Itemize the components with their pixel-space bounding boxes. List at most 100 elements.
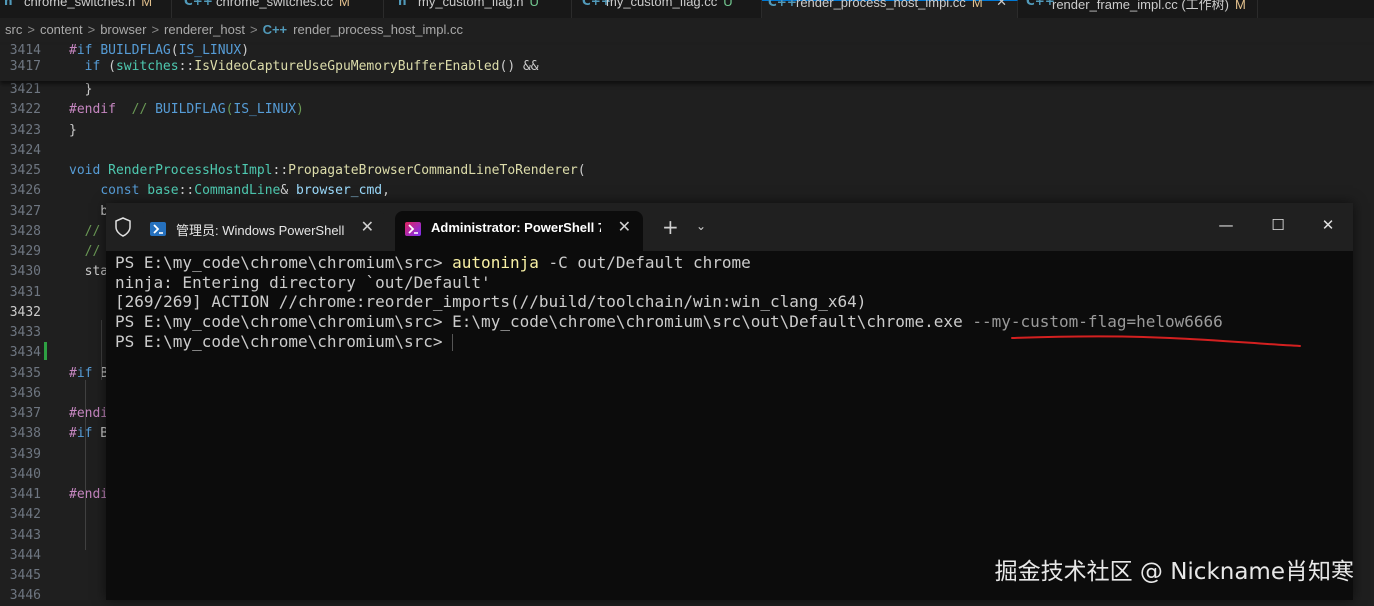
line-number: 3424 [9, 142, 41, 158]
line-number: 3429 [9, 244, 41, 259]
terminal-command: autoninja [452, 253, 539, 272]
tab-render-frame-impl-cc[interactable]: C++ render_frame_impl.cc (工作树) M [1018, 0, 1258, 18]
terminal-title-bar: 管理员: Windows PowerShell ✕ Administrator:… [106, 203, 1353, 251]
tab-status: M [141, 0, 153, 9]
chevron-right-icon: > [249, 22, 258, 37]
tab-status: M [339, 0, 350, 9]
code-text: } [69, 122, 77, 138]
breadcrumb-item[interactable]: browser [100, 22, 146, 37]
line-number: 3432 [9, 304, 41, 320]
tab-status: U [529, 0, 539, 9]
cpp-file-icon: C++ [262, 22, 288, 37]
tab-label: render_frame_impl.cc (工作树) [1052, 0, 1229, 12]
code-text: #if BUILDFLAG(IS_LINUX) [69, 43, 250, 58]
close-icon[interactable]: ✕ [996, 0, 1007, 10]
tab-label: render_process_host_impl.cc [796, 0, 966, 10]
line-number: 3446 [9, 588, 41, 604]
breadcrumb-file[interactable]: render_process_host_impl.cc [293, 22, 463, 37]
terminal-tab-windows-powershell[interactable]: 管理员: Windows PowerShell ✕ [140, 211, 386, 251]
code-text: void RenderProcessHostImpl::PropagateBro… [69, 163, 586, 178]
line-number: 3428 [9, 223, 41, 239]
indent-guide [101, 320, 102, 380]
line-number: 3438 [9, 426, 41, 442]
powershell-icon [405, 222, 421, 236]
tab-my-custom-flag-cc[interactable]: C++ my_custom_flag.cc U [572, 0, 762, 18]
breadcrumb-item[interactable]: content [40, 22, 83, 37]
close-icon[interactable]: ✕ [1305, 211, 1351, 239]
cpp-file-icon: C++ [768, 0, 797, 9]
breadcrumb-item[interactable]: renderer_host [164, 22, 245, 37]
line-number: 3444 [9, 547, 41, 563]
terminal-line: [269/269] ACTION //chrome:reorder_import… [115, 292, 867, 311]
breadcrumb: src > content > browser > renderer_host > C++ ren… [0, 22, 1374, 44]
code-text: #if B [69, 365, 109, 381]
tab-status: M [971, 0, 983, 10]
code-text: b [69, 203, 109, 219]
terminal-prompt: PS E:\my_code\chrome\chromium\src> [115, 312, 453, 331]
code-text: #if B [69, 426, 109, 442]
annotation-underline [1011, 335, 1301, 347]
code-text: if (switches::IsVideoCaptureUseGpuMemory… [84, 59, 539, 74]
line-number: 3425 [9, 163, 41, 178]
header-file-icon: h [4, 0, 13, 8]
line-number: 3426 [9, 183, 41, 199]
line-number: 3436 [9, 385, 41, 401]
powershell-icon [150, 222, 166, 236]
terminal-line: PS E:\my_code\chrome\chromium\src> [115, 332, 454, 352]
terminal-window[interactable]: 管理员: Windows PowerShell ✕ Administrator:… [106, 203, 1353, 600]
terminal-tab-title: Administrator: PowerShell 7 Pr [431, 220, 601, 235]
shield-icon [115, 217, 131, 237]
breadcrumb-item[interactable]: src [5, 22, 22, 37]
close-icon[interactable]: ✕ [361, 217, 374, 236]
code-text: #endi [69, 406, 109, 421]
line-number: 3433 [9, 325, 41, 340]
terminal-output[interactable]: PS E:\my_code\chrome\chromium\src> auton… [106, 251, 1353, 600]
cpp-file-icon: C++ [184, 0, 213, 8]
line-number: 3441 [9, 487, 41, 502]
plus-icon[interactable]: + [662, 215, 679, 239]
terminal-args: -C out/Default chrome [538, 253, 751, 272]
tab-status: M [1235, 0, 1246, 12]
line-number: 3414 [9, 43, 41, 58]
terminal-tab-powershell-7[interactable]: Administrator: PowerShell 7 Pr ✕ [395, 211, 643, 251]
line-number: 3421 [9, 82, 41, 97]
chevron-down-icon[interactable]: ⌄ [696, 219, 706, 233]
code-text: sta [69, 264, 109, 280]
terminal-command: E:\my_code\chrome\chromium\src\out\Defau… [452, 312, 963, 331]
chevron-right-icon: > [27, 22, 35, 37]
watermark: 掘金技术社区 @ Nickname肖知寒 [994, 559, 1354, 585]
code-text: #endif // BUILDFLAG(IS_LINUX) [69, 102, 304, 118]
line-number: 3434 [9, 345, 41, 361]
line-number: 3423 [9, 122, 41, 138]
tab-render-process-host-impl-cc[interactable]: C++ render_process_host_impl.cc M ✕ [762, 0, 1018, 18]
tab-label: chrome_switches.cc [216, 0, 334, 9]
line-number: 3422 [9, 102, 41, 118]
line-number: 3435 [9, 365, 41, 381]
tab-status: U [723, 0, 733, 9]
code-text: // [69, 244, 101, 259]
tab-chrome-switches-cc[interactable]: C++ chrome_switches.cc M [172, 0, 384, 18]
maximize-icon[interactable]: ☐ [1255, 211, 1301, 239]
code-text: // [69, 223, 101, 239]
terminal-prompt: PS E:\my_code\chrome\chromium\src> [115, 253, 453, 272]
chevron-right-icon: > [151, 22, 160, 37]
terminal-tab-title: 管理员: Windows PowerShell [176, 223, 345, 238]
line-number: 3430 [9, 264, 41, 280]
sticky-scroll-header[interactable]: 3414 #if BUILDFLAG(IS_LINUX) 3417 if (swit… [0, 43, 1374, 81]
line-number: 3431 [9, 284, 41, 300]
minimize-icon[interactable]: — [1203, 211, 1249, 239]
tab-chrome-switches-h[interactable]: h chrome_switches.h M [0, 0, 172, 18]
code-text: #endi [69, 487, 109, 502]
terminal-prompt: PS E:\my_code\chrome\chromium\src> [115, 332, 453, 351]
cpp-file-icon: C++ [1026, 0, 1055, 8]
tab-label: my_custom_flag.cc [606, 0, 718, 9]
line-number: 3437 [9, 406, 41, 421]
code-text: const base::CommandLine& browser_cmd, [100, 183, 390, 199]
line-number: 3440 [9, 466, 41, 482]
indent-guide [85, 380, 86, 550]
line-number: 3445 [9, 568, 41, 583]
code-text: } [69, 82, 93, 97]
tab-my-custom-flag-h[interactable]: h my_custom_flag.h U [384, 0, 572, 18]
tab-label: my_custom_flag.h [418, 0, 524, 9]
close-icon[interactable]: ✕ [618, 217, 631, 236]
